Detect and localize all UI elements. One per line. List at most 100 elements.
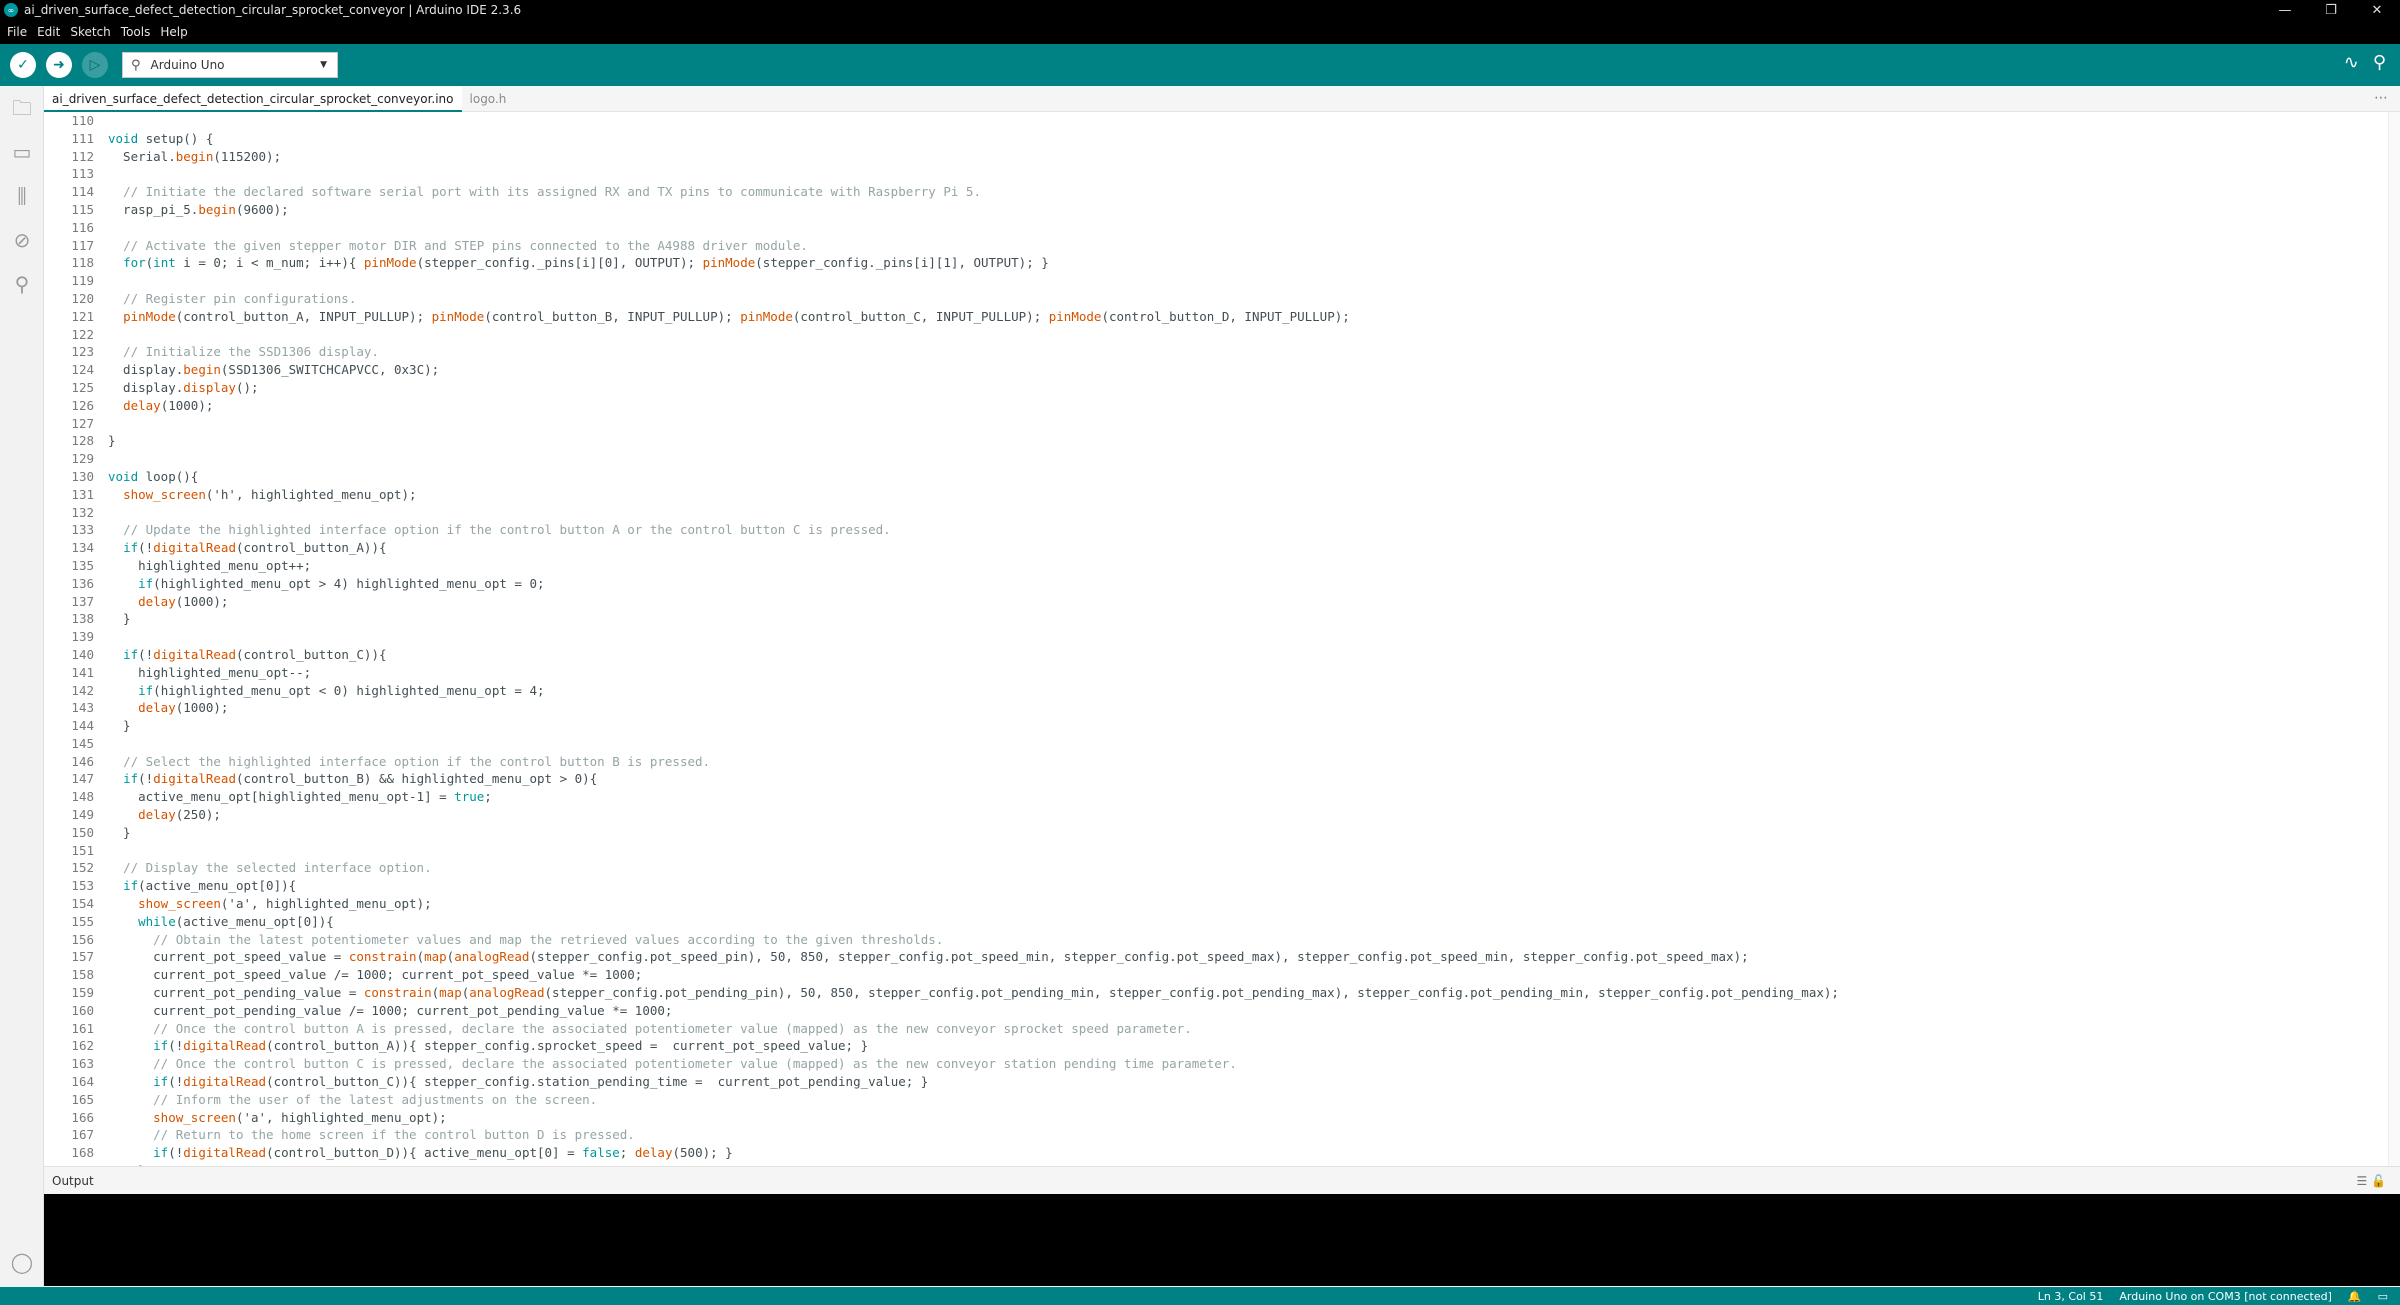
clear-output-icon[interactable]: ☰ — [2356, 1174, 2367, 1188]
code-line[interactable] — [108, 165, 1839, 183]
code-line[interactable]: display.display(); — [108, 379, 1839, 397]
menu-file[interactable]: File — [4, 25, 34, 39]
close-button[interactable]: ✕ — [2354, 3, 2400, 18]
code-line[interactable] — [108, 504, 1839, 522]
code-line[interactable]: // Display the selected interface option… — [108, 859, 1839, 877]
sketchbook-folder-icon[interactable]: 🗀 — [10, 96, 34, 120]
code-line[interactable]: active_menu_opt[highlighted_menu_opt-1] … — [108, 788, 1839, 806]
menu-sketch[interactable]: Sketch — [67, 25, 117, 39]
verify-button[interactable]: ✓ — [10, 52, 36, 78]
code-line[interactable]: while(active_menu_opt[0]){ — [108, 913, 1839, 931]
code-line[interactable]: if(!digitalRead(control_button_A)){ step… — [108, 1037, 1839, 1055]
output-console[interactable] — [44, 1194, 2400, 1286]
code-line[interactable]: rasp_pi_5.begin(9600); — [108, 201, 1839, 219]
code-line[interactable]: for(int i = 0; i < m_num; i++){ pinMode(… — [108, 254, 1839, 272]
debug-icon[interactable]: ⊘ — [10, 228, 34, 252]
line-number: 112 — [71, 148, 94, 164]
board-status[interactable]: Arduino Uno on COM3 [not connected] — [2119, 1290, 2332, 1303]
lock-icon[interactable]: 🔓 — [2371, 1174, 2386, 1188]
menu-help[interactable]: Help — [157, 25, 194, 39]
board-selector[interactable]: ⚲ Arduino Uno ▼ — [122, 52, 338, 78]
code-line[interactable] — [108, 112, 1839, 130]
more-options-icon[interactable]: ⋯ — [2374, 86, 2388, 110]
code-line[interactable]: show_screen('h', highlighted_menu_opt); — [108, 486, 1839, 504]
tab-logo-h[interactable]: logo.h — [462, 86, 515, 112]
code-line[interactable]: if(!digitalRead(control_button_A)){ — [108, 539, 1839, 557]
code-line[interactable]: show_screen('a', highlighted_menu_opt); — [108, 1109, 1839, 1127]
code-line[interactable]: } — [108, 610, 1839, 628]
code-line[interactable]: // Obtain the latest potentiometer value… — [108, 931, 1839, 949]
library-manager-icon[interactable]: ⫼ — [10, 184, 34, 208]
code-line[interactable]: // Return to the home screen if the cont… — [108, 1126, 1839, 1144]
code-line[interactable] — [108, 415, 1839, 433]
code-line[interactable] — [108, 326, 1839, 344]
serial-monitor-icon[interactable]: ⚲ — [2373, 52, 2386, 73]
code-line[interactable]: highlighted_menu_opt++; — [108, 557, 1839, 575]
code-line[interactable]: current_pot_pending_value = constrain(ma… — [108, 984, 1839, 1002]
restore-button[interactable]: ❐ — [2308, 3, 2354, 18]
toggle-panel-icon[interactable]: ▭ — [2378, 1290, 2388, 1303]
code-line[interactable]: void loop(){ — [108, 468, 1839, 486]
code-line[interactable]: // Initiate the declared software serial… — [108, 183, 1839, 201]
line-number: 126 — [71, 397, 94, 413]
code-line[interactable]: // Activate the given stepper motor DIR … — [108, 237, 1839, 255]
code-line[interactable]: current_pot_speed_value /= 1000; current… — [108, 966, 1839, 984]
code-line[interactable] — [108, 272, 1839, 290]
code-line[interactable]: } — [108, 717, 1839, 735]
account-icon[interactable]: ◯ — [10, 1250, 34, 1274]
line-number: 164 — [71, 1074, 94, 1090]
code-line[interactable]: delay(1000); — [108, 397, 1839, 415]
code-line[interactable]: // Inform the user of the latest adjustm… — [108, 1091, 1839, 1109]
code-line[interactable] — [108, 842, 1839, 860]
code-line[interactable]: pinMode(control_button_A, INPUT_PULLUP);… — [108, 308, 1839, 326]
code-line[interactable]: // Initialize the SSD1306 display. — [108, 343, 1839, 361]
cursor-position[interactable]: Ln 3, Col 51 — [2038, 1290, 2104, 1303]
code-line[interactable]: delay(1000); — [108, 593, 1839, 611]
code-line[interactable]: } — [108, 432, 1839, 450]
code-line[interactable]: // Update the highlighted interface opti… — [108, 521, 1839, 539]
code-line[interactable]: display.begin(SSD1306_SWITCHCAPVCC, 0x3C… — [108, 361, 1839, 379]
code-line[interactable]: // Once the control button A is pressed,… — [108, 1020, 1839, 1038]
debug-button[interactable]: ▷ — [82, 52, 108, 78]
line-number: 157 — [71, 949, 94, 965]
code-line[interactable]: // Select the highlighted interface opti… — [108, 753, 1839, 771]
editor-vertical-scrollbar[interactable] — [2388, 112, 2400, 1166]
line-number: 135 — [71, 557, 94, 573]
boards-manager-icon[interactable]: ▭ — [10, 140, 34, 164]
code-line[interactable]: if(active_menu_opt[0]){ — [108, 877, 1839, 895]
serial-plotter-icon[interactable]: ∿ — [2344, 52, 2359, 73]
menu-tools[interactable]: Tools — [118, 25, 158, 39]
line-number: 124 — [71, 362, 94, 378]
code-line[interactable]: } — [108, 824, 1839, 842]
code-line[interactable] — [108, 628, 1839, 646]
code-line[interactable]: current_pot_speed_value = constrain(map(… — [108, 948, 1839, 966]
line-number: 162 — [71, 1038, 94, 1054]
notification-bell-icon[interactable]: 🔔 — [2348, 1290, 2362, 1303]
code-line[interactable]: highlighted_menu_opt--; — [108, 664, 1839, 682]
code-line[interactable] — [108, 735, 1839, 753]
code-editor[interactable]: 110 111 112 113 114 115 116 117 118 119 120 121 122 1… — [44, 112, 2400, 1166]
code-line[interactable]: show_screen('a', highlighted_menu_opt); — [108, 895, 1839, 913]
code-line[interactable]: // Once the control button C is pressed,… — [108, 1055, 1839, 1073]
code-lines[interactable]: void setup() { Serial.begin(115200); // … — [108, 112, 1839, 1166]
code-line[interactable]: if(highlighted_menu_opt > 4) highlighted… — [108, 575, 1839, 593]
code-line[interactable]: if(highlighted_menu_opt < 0) highlighted… — [108, 682, 1839, 700]
code-line[interactable]: Serial.begin(115200); — [108, 148, 1839, 166]
code-line[interactable] — [108, 450, 1839, 468]
code-line[interactable]: current_pot_pending_value /= 1000; curre… — [108, 1002, 1839, 1020]
code-line[interactable]: if(!digitalRead(control_button_C)){ step… — [108, 1073, 1839, 1091]
code-line[interactable]: if(!digitalRead(control_button_B) && hig… — [108, 770, 1839, 788]
code-line[interactable]: // Register pin configurations. — [108, 290, 1839, 308]
minimize-button[interactable]: — — [2262, 3, 2308, 18]
search-icon[interactable]: ⚲ — [10, 272, 34, 296]
code-line[interactable]: delay(1000); — [108, 699, 1839, 717]
upload-button[interactable]: ➜ — [46, 52, 72, 78]
menu-edit[interactable]: Edit — [34, 25, 67, 39]
tab-main-sketch[interactable]: ai_driven_surface_defect_detection_circu… — [44, 86, 462, 112]
code-line[interactable]: delay(250); — [108, 806, 1839, 824]
code-line[interactable]: void setup() { — [108, 130, 1839, 148]
line-number: 128 — [71, 433, 94, 449]
code-line[interactable]: if(!digitalRead(control_button_D)){ acti… — [108, 1144, 1839, 1162]
code-line[interactable]: if(!digitalRead(control_button_C)){ — [108, 646, 1839, 664]
code-line[interactable] — [108, 219, 1839, 237]
